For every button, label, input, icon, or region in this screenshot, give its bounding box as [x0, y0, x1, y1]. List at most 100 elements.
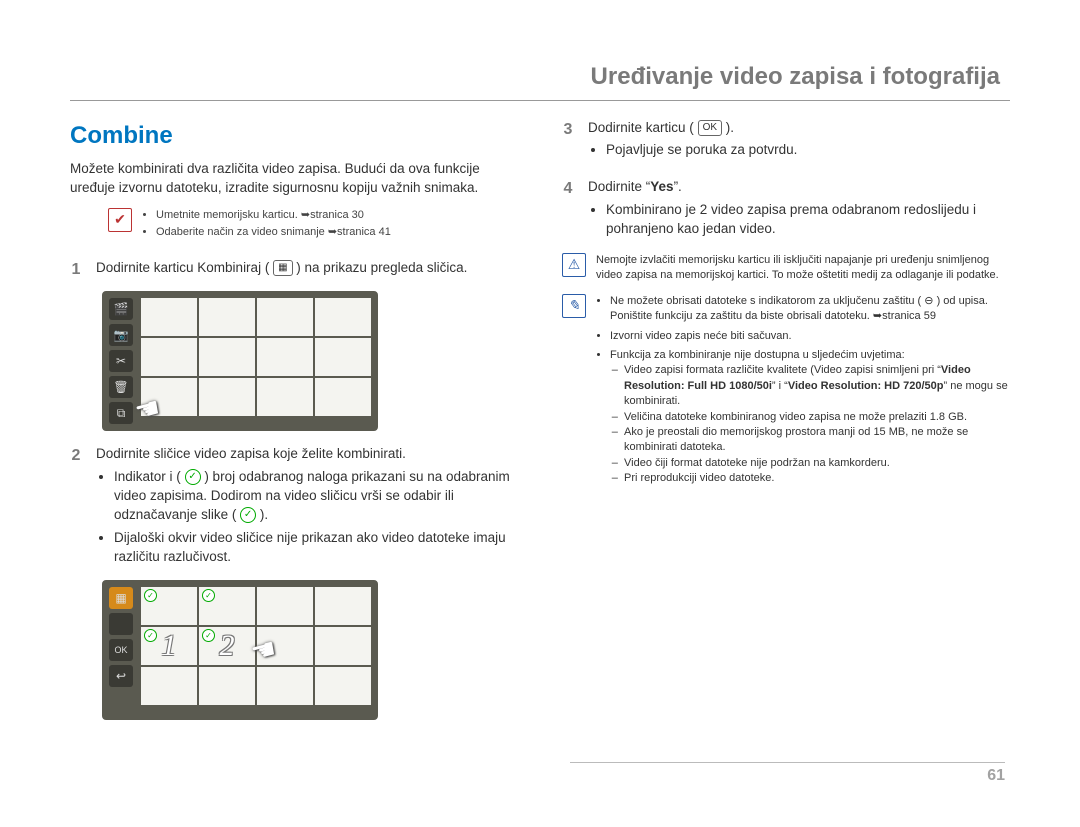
thumb-cell	[315, 627, 371, 665]
thumb-cell-selected	[199, 587, 255, 625]
step-3: 3 Dodirnite karticu ( OK ). Pojavljuje s…	[562, 119, 1010, 165]
thumbnail-ui: 🎬 📷 ✂ 🗑 ⧉ .	[102, 291, 378, 431]
precondition-item: Odaberite način za video snimanje ➥stran…	[156, 225, 391, 240]
video-mode-icon: 🎬	[109, 298, 133, 320]
step-number: 4	[562, 178, 574, 243]
info-subitem: Veličina datoteke kombiniranog video zap…	[624, 410, 1010, 425]
delete-icon: 🗑	[109, 376, 133, 398]
thumb-grid: 1 2 ☚	[137, 583, 375, 717]
bullet-text: Indikator i (	[114, 469, 181, 484]
warning-text: Nemojte izvlačiti memorijsku karticu ili…	[596, 253, 1010, 284]
combine-tab-icon: ▦	[273, 260, 292, 276]
thumb-cell	[257, 378, 313, 416]
intro-paragraph: Možete kombinirati dva različita video z…	[70, 160, 518, 198]
thumb-cell-selected: 2	[199, 627, 255, 665]
precondition-icon: ✔	[108, 208, 132, 232]
edit-icon: ✂	[109, 350, 133, 372]
columns: Combine Možete kombinirati dva različita…	[70, 119, 1010, 727]
thumb-cell	[141, 378, 197, 416]
info-subitem: Video čiji format datoteke nije podržan …	[624, 456, 1010, 471]
yes-label: Yes	[650, 179, 673, 194]
info-item: Izvorni video zapis neće biti sačuvan.	[610, 329, 1010, 344]
left-toolbar: ▦ OK ↩	[105, 583, 137, 717]
right-column: 3 Dodirnite karticu ( OK ). Pojavljuje s…	[562, 119, 1010, 727]
warning-icon: ⚠	[562, 253, 586, 277]
info-subitem: Pri reprodukciji video datoteke.	[624, 471, 1010, 486]
bullet-item: Kombinirano je 2 video zapisa prema odab…	[606, 201, 1010, 239]
step-text: Dodirnite “	[588, 179, 650, 194]
step-text: ”.	[674, 179, 682, 194]
photo-mode-icon: 📷	[109, 324, 133, 346]
combine-icon: ⧉	[109, 402, 133, 424]
thumb-cell	[141, 338, 197, 376]
thumb-cell	[141, 667, 197, 705]
thumb-cell	[315, 378, 371, 416]
step-number: 2	[70, 445, 82, 570]
screenshot-1: 🎬 📷 ✂ 🗑 ⧉ .	[102, 291, 518, 431]
step4-bullets: Kombinirano je 2 video zapisa prema odab…	[588, 201, 1010, 239]
screenshot-2: ▦ OK ↩ 1 2	[102, 580, 518, 720]
step-number: 1	[70, 259, 82, 281]
thumb-cell	[199, 338, 255, 376]
step-text: Dodirnite sličice video zapisa koje želi…	[96, 446, 406, 461]
left-toolbar: 🎬 📷 ✂ 🗑 ⧉	[105, 294, 137, 428]
info-subitem: Ako je preostali dio memorijskog prostor…	[624, 425, 1010, 456]
thumb-cell-selected	[141, 587, 197, 625]
selection-number-2: 2	[220, 625, 235, 667]
combine-active-icon: ▦	[109, 587, 133, 609]
thumb-cell	[257, 338, 313, 376]
thumb-cell	[257, 298, 313, 336]
back-icon: ↩	[109, 665, 133, 687]
check-icon: ✓	[240, 507, 256, 523]
bullet-item: Indikator i ( ✓ ) broj odabranog naloga …	[114, 468, 518, 525]
thumb-cell	[257, 587, 313, 625]
warning-box: ⚠ Nemojte izvlačiti memorijsku karticu i…	[562, 253, 1010, 284]
step-number: 3	[562, 119, 574, 165]
protect-icon: ⊖	[924, 295, 933, 307]
header-rule	[70, 100, 1010, 101]
step3-bullets: Pojavljuje se poruka za potvrdu.	[588, 141, 1010, 160]
info-text-span: Video zapisi formata različite kvalitete…	[624, 364, 941, 376]
resolution-2: Video Resolution: HD 720/50p	[788, 380, 944, 392]
bullet-text: ).	[260, 507, 268, 522]
step-2: 2 Dodirnite sličice video zapisa koje že…	[70, 445, 518, 570]
thumb-cell-selected: 1	[141, 627, 197, 665]
info-item: Ne možete obrisati datoteke s indikatoro…	[610, 294, 1010, 325]
section-title: Combine	[70, 119, 518, 153]
thumb-cell	[199, 667, 255, 705]
bullet-item: Pojavljuje se poruka za potvrdu.	[606, 141, 1010, 160]
bullet-item: Dijaloški okvir video sličice nije prika…	[114, 529, 518, 567]
step-body: Dodirnite sličice video zapisa koje želi…	[96, 445, 518, 570]
thumb-cell	[315, 298, 371, 336]
info-icon: ✎	[562, 294, 586, 318]
step-body: Dodirnite “Yes”. Kombinirano je 2 video …	[588, 178, 1010, 243]
thumb-cell	[257, 627, 313, 665]
ok-button-icon: OK	[698, 120, 722, 136]
step-text: Dodirnite karticu (	[588, 120, 694, 135]
thumb-cell	[199, 298, 255, 336]
page-number: 61	[987, 765, 1005, 787]
info-text-span: Funkcija za kombiniranje nije dostupna u…	[610, 349, 905, 361]
footer-rule	[570, 762, 1005, 763]
step-body: Dodirnite karticu Kombiniraj ( ▦ ) na pr…	[96, 259, 518, 281]
precondition-box: ✔ Umetnite memorijsku karticu. ➥stranica…	[108, 208, 518, 243]
page: Uređivanje video zapisa i fotografija Co…	[0, 0, 1080, 746]
thumb-cell	[315, 587, 371, 625]
step-text: ).	[726, 120, 734, 135]
check-icon: ✓	[185, 469, 201, 485]
selection-number-1: 1	[162, 625, 177, 667]
thumb-cell	[315, 667, 371, 705]
left-column: Combine Možete kombinirati dva različita…	[70, 119, 518, 727]
step-text: Dodirnite karticu Kombiniraj (	[96, 260, 269, 275]
step2-bullets: Indikator i ( ✓ ) broj odabranog naloga …	[96, 468, 518, 566]
thumb-cell: .	[141, 298, 197, 336]
thumb-cell	[199, 378, 255, 416]
step-4: 4 Dodirnite “Yes”. Kombinirano je 2 vide…	[562, 178, 1010, 243]
info-text-span: Ne možete obrisati datoteke s indikatoro…	[610, 295, 921, 307]
step-body: Dodirnite karticu ( OK ). Pojavljuje se …	[588, 119, 1010, 165]
thumbnail-ui: ▦ OK ↩ 1 2	[102, 580, 378, 720]
chapter-title: Uređivanje video zapisa i fotografija	[70, 60, 1010, 100]
thumb-cell	[315, 338, 371, 376]
precondition-list: Umetnite memorijsku karticu. ➥stranica 3…	[142, 208, 391, 243]
step-1: 1 Dodirnite karticu Kombiniraj ( ▦ ) na …	[70, 259, 518, 281]
